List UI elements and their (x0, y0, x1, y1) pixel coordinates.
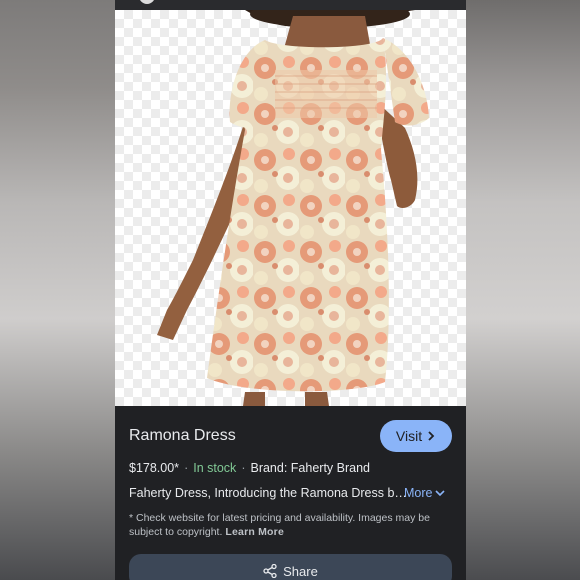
phone-screen: Ramona Dress Visit $178.00* · In stock · Bra… (115, 0, 466, 580)
visit-label: Visit (395, 428, 423, 444)
share-label: Share (283, 563, 318, 579)
stock-status: In stock (193, 461, 237, 475)
chevron-right-icon (428, 431, 435, 441)
more-button[interactable]: More (404, 486, 446, 500)
product-title: Ramona Dress (129, 427, 236, 444)
brand: Brand: Faherty Brand (250, 461, 370, 475)
dress-photo (157, 10, 429, 406)
blurred-backdrop-left (0, 0, 115, 580)
product-meta-line: $178.00* · In stock · Brand: Faherty Brand (129, 461, 370, 475)
chevron-down-icon (435, 490, 446, 497)
blurred-backdrop-right (466, 0, 580, 580)
visit-button[interactable]: Visit (380, 420, 452, 452)
separator-dot: · (241, 461, 246, 475)
status-strip (115, 0, 466, 10)
google-logo-partial (139, 0, 155, 4)
share-button[interactable]: Share (129, 554, 452, 580)
product-info-panel: Ramona Dress Visit $178.00* · In stock · Bra… (115, 406, 466, 580)
product-description: Faherty Dress, Introducing the Ramona Dr… (129, 486, 407, 500)
product-image[interactable] (115, 10, 466, 406)
learn-more-link[interactable]: Learn More (225, 526, 284, 538)
separator-dot: · (184, 461, 189, 475)
price: $178.00* (129, 461, 180, 475)
disclaimer-text: * Check website for latest pricing and a… (129, 511, 454, 539)
more-label: More (404, 486, 433, 500)
share-icon (263, 564, 277, 578)
